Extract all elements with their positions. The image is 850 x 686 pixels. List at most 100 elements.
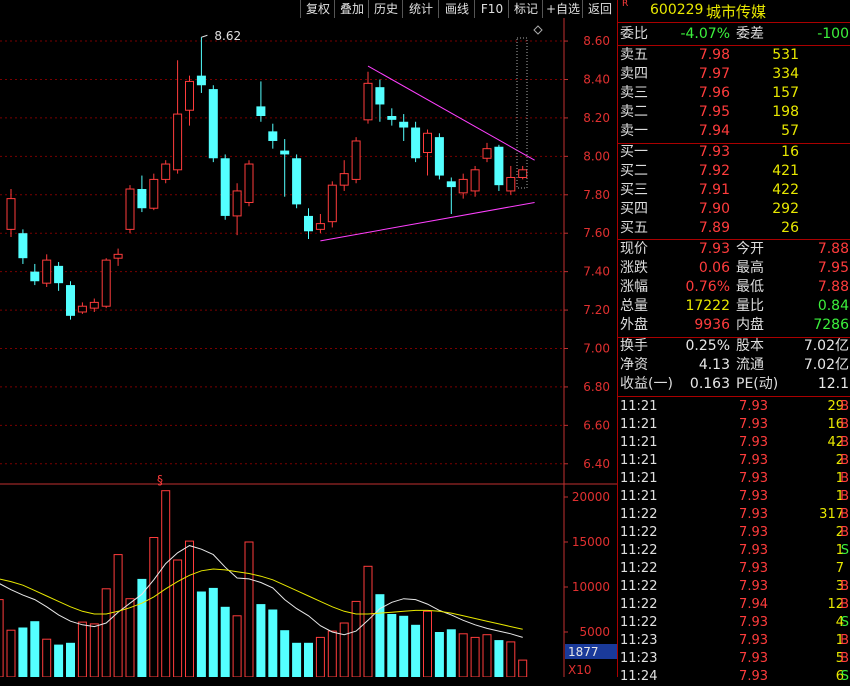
f10-button[interactable]: F10 xyxy=(474,0,509,18)
weicha-label: 委差 xyxy=(736,26,764,42)
tick-price: 7.93 xyxy=(739,417,768,432)
bid-price: 7.92 xyxy=(698,163,730,179)
tick-row[interactable]: 11:22 7.93 7 xyxy=(618,560,850,578)
tick-row[interactable]: 11:24 7.93 6 S xyxy=(618,668,850,686)
tick-row[interactable]: 11:21 7.93 2 B xyxy=(618,452,850,470)
tick-row[interactable]: 11:21 7.93 42 B xyxy=(618,434,850,452)
tick-side: B xyxy=(840,597,849,612)
tick-volume: 12 xyxy=(827,597,844,612)
candle-body-down xyxy=(220,158,230,216)
stat-value: 17222 xyxy=(685,298,730,314)
candle-body-up xyxy=(161,163,171,180)
tick-row[interactable]: 11:21 7.93 29 B xyxy=(618,398,850,416)
candle-body-down xyxy=(399,121,409,128)
draw-line-button[interactable]: 画线 xyxy=(438,0,475,18)
tick-row[interactable]: 11:21 7.93 1 B xyxy=(618,488,850,506)
stat-row: 涨幅 0.76% 最低 7.88 xyxy=(618,278,850,297)
bid-row: 买三 7.91 422 xyxy=(618,181,850,200)
company-stat-value-2: 7.02亿 xyxy=(803,338,849,354)
volume-bar-up xyxy=(244,541,254,678)
volume-bar-up xyxy=(77,621,87,678)
volume-bar-up xyxy=(185,540,194,678)
tick-side: B xyxy=(840,633,849,648)
volume-bar-up xyxy=(363,565,373,678)
overlay-button[interactable]: 叠加 xyxy=(334,0,369,18)
tick-price: 7.93 xyxy=(739,633,768,648)
tick-row[interactable]: 11:22 7.93 317 B xyxy=(618,506,850,524)
tick-price: 7.93 xyxy=(739,471,768,486)
fuquan-button[interactable]: 复权 xyxy=(300,0,335,18)
diamond-icon xyxy=(533,25,543,35)
stat-value-2: 7.95 xyxy=(817,260,849,276)
tick-row[interactable]: 11:22 7.93 3 B xyxy=(618,578,850,596)
volume-bar-down xyxy=(196,591,206,677)
statistics-button[interactable]: 统计 xyxy=(402,0,439,18)
candle-body-up xyxy=(315,223,325,230)
tick-volume: 1 xyxy=(835,543,844,558)
history-button[interactable]: 历史 xyxy=(368,0,403,18)
candle-body-up xyxy=(232,190,242,217)
volume-bar-down xyxy=(304,642,313,677)
volume-bar-up xyxy=(0,599,4,678)
tick-price: 7.93 xyxy=(739,507,768,522)
company-stat-label-2: PE(动) xyxy=(736,376,779,392)
tick-row[interactable]: 11:22 7.93 4 S xyxy=(618,614,850,632)
bid-label: 买一 xyxy=(620,144,648,160)
tick-time: 11:21 xyxy=(620,417,658,432)
kline-chart-area[interactable]: 8.60 8.40 8.20 8.00 7.80 7.60 7.40 7.20 7.00 6.80… xyxy=(0,18,617,678)
stat-row: 外盘 9936 内盘 7286 xyxy=(618,316,850,335)
ask-price: 7.98 xyxy=(698,47,730,63)
kline-chart-svg[interactable]: 8.60 8.40 8.20 8.00 7.80 7.60 7.40 7.20 7.00 6.80… xyxy=(0,18,617,678)
tick-row[interactable]: 11:21 7.93 16 B xyxy=(618,416,850,434)
trendline xyxy=(367,65,535,161)
candle-body-down xyxy=(434,137,444,176)
candle-body-down xyxy=(411,127,421,159)
price-tick-label: 7.40 xyxy=(583,265,610,279)
volume-bar-up xyxy=(470,636,480,678)
tick-row[interactable]: 11:22 7.93 1 S xyxy=(618,542,850,560)
volume-bar-down xyxy=(268,609,278,677)
candle-body-up xyxy=(101,259,111,307)
bid-row: 买一 7.93 16 xyxy=(618,143,850,162)
back-button[interactable]: 返回 xyxy=(582,0,617,18)
volume-bar-down xyxy=(399,615,409,677)
volume-bar-up xyxy=(327,630,337,678)
volume-tick-label: 20000 xyxy=(572,490,610,504)
price-tick-label: 7.20 xyxy=(583,303,610,317)
trendline xyxy=(320,201,535,242)
tick-side: S xyxy=(840,615,849,630)
ask-label: 卖四 xyxy=(620,66,648,82)
tick-time: 11:22 xyxy=(620,579,658,594)
tick-row[interactable]: 11:22 7.94 12 B xyxy=(618,596,850,614)
stock-name: 城市传媒 xyxy=(706,3,767,21)
volume-bar-up xyxy=(6,629,16,678)
ask-label: 卖五 xyxy=(620,47,648,63)
tick-row[interactable]: 11:22 7.93 2 B xyxy=(618,524,850,542)
stock-code: 600229 xyxy=(650,2,704,18)
candle-body-down xyxy=(494,146,504,186)
candle-body-up xyxy=(173,113,183,171)
tick-price: 7.93 xyxy=(739,579,768,594)
candle-body-down xyxy=(18,233,28,259)
candle-body-down xyxy=(196,75,206,86)
add-favorite-button[interactable]: +自选 xyxy=(542,0,583,18)
tick-row[interactable]: 11:21 7.93 1 B xyxy=(618,470,850,488)
tick-side: B xyxy=(840,471,849,486)
weibi-row: 委比 -4.07% 委差 -100 xyxy=(618,25,850,44)
ask-price: 7.97 xyxy=(698,66,730,82)
tick-side: S xyxy=(840,543,849,558)
candle-body-up xyxy=(518,169,528,178)
candle-body-up xyxy=(89,301,99,309)
volume-bar-down xyxy=(30,621,40,677)
bid-volume: 292 xyxy=(772,201,799,217)
tick-row[interactable]: 11:23 7.93 5 B xyxy=(618,650,850,668)
weibi-value: -4.07% xyxy=(680,26,730,42)
tick-volume: 6 xyxy=(835,669,844,684)
tick-time: 11:22 xyxy=(620,615,658,630)
company-stat-row: 换手 0.25% 股本 7.02亿 xyxy=(618,337,850,356)
tick-side: B xyxy=(840,525,849,540)
volume-bar-up xyxy=(423,610,432,678)
mark-button[interactable]: 标记 xyxy=(508,0,543,18)
tick-row[interactable]: 11:23 7.93 1 B xyxy=(618,632,850,650)
quote-panel: R 600229 城市传媒 委比 -4.07% 委差 -100 卖五 7.98 53… xyxy=(617,0,850,684)
